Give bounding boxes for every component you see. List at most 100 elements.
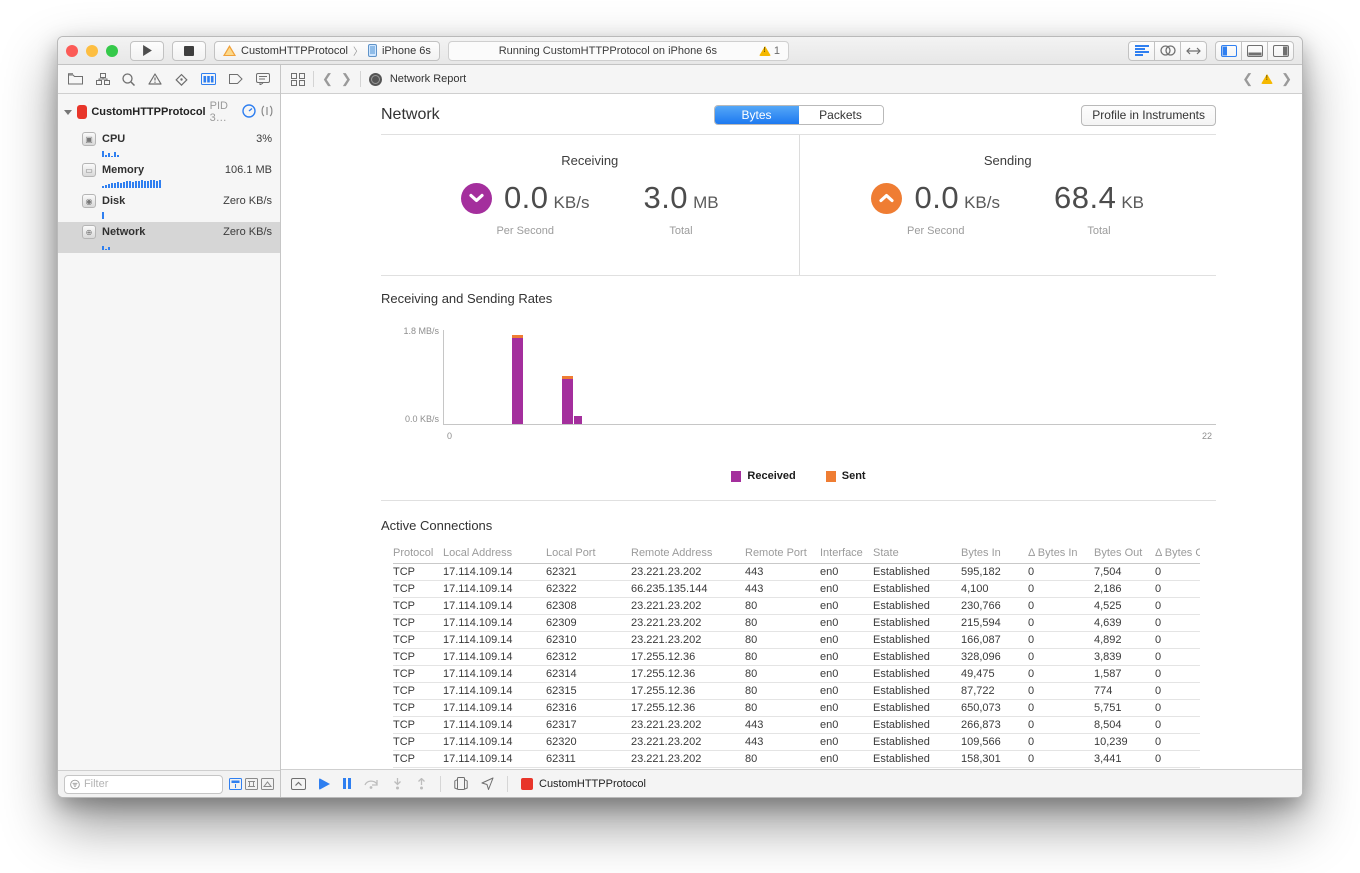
table-row[interactable]: TCP17.114.109.146232123.221.23.202443en0… xyxy=(393,564,1200,581)
column-header[interactable]: Local Address xyxy=(443,545,546,564)
breakpoint-navigator-tab[interactable] xyxy=(228,74,243,84)
sidebar-item-network[interactable]: ⊕NetworkZero KB/s xyxy=(58,222,280,253)
receiving-total: 3.0 xyxy=(643,180,688,215)
sidebar-item-cpu[interactable]: ▣CPU3% xyxy=(58,129,280,160)
standard-editor-button[interactable] xyxy=(1128,41,1155,61)
column-header[interactable]: Bytes Out xyxy=(1094,545,1155,564)
sidebar-item-disk[interactable]: ◉DiskZero KB/s xyxy=(58,191,280,222)
table-cell: 62316 xyxy=(546,700,631,717)
table-cell: 17.114.109.14 xyxy=(443,700,546,717)
table-cell: TCP xyxy=(393,581,443,598)
table-row[interactable]: TCP17.114.109.146231517.255.12.3680en0Es… xyxy=(393,683,1200,700)
toggle-inspector-button[interactable] xyxy=(1267,41,1294,61)
column-header[interactable]: State xyxy=(873,545,961,564)
step-out-button[interactable] xyxy=(416,778,427,790)
status-message: Running CustomHTTPProtocol on iPhone 6s xyxy=(457,45,759,57)
forward-button[interactable]: ❯ xyxy=(341,71,352,87)
table-cell: 5,751 xyxy=(1094,700,1155,717)
pause-button[interactable] xyxy=(343,778,351,789)
breakpoints-toggle-button[interactable] xyxy=(319,778,330,790)
filter-input[interactable] xyxy=(84,778,217,790)
table-row[interactable]: TCP17.114.109.146231123.221.23.20280en0E… xyxy=(393,751,1200,768)
assistant-editor-button[interactable] xyxy=(1154,41,1181,61)
column-header[interactable]: Bytes In xyxy=(961,545,1028,564)
close-window-button[interactable] xyxy=(66,45,78,57)
column-header[interactable]: Remote Address xyxy=(631,545,745,564)
column-header[interactable]: Δ Bytes Out xyxy=(1155,545,1200,564)
table-row[interactable]: TCP17.114.109.146232266.235.135.144443en… xyxy=(393,581,1200,598)
received-bar-segment xyxy=(574,416,582,424)
debug-navigator-tab[interactable] xyxy=(201,73,216,85)
column-header[interactable]: Protocol xyxy=(393,545,443,564)
filter-field[interactable] xyxy=(64,775,223,794)
step-into-button[interactable] xyxy=(392,778,403,790)
project-navigator-tab[interactable] xyxy=(68,73,83,85)
table-row[interactable]: TCP17.114.109.146231417.255.12.3680en0Es… xyxy=(393,666,1200,683)
table-cell: Established xyxy=(873,564,961,581)
view-hierarchy-button[interactable] xyxy=(454,777,468,790)
table-row[interactable]: TCP17.114.109.146232023.221.23.202443en0… xyxy=(393,734,1200,751)
table-cell: 4,892 xyxy=(1094,632,1155,649)
test-navigator-tab[interactable] xyxy=(175,73,188,86)
column-header[interactable]: Remote Port xyxy=(745,545,820,564)
stack-view-button[interactable] xyxy=(245,778,258,790)
received-bar-segment xyxy=(562,379,573,424)
minimize-window-button[interactable] xyxy=(86,45,98,57)
column-header[interactable]: Δ Bytes In xyxy=(1028,545,1094,564)
table-cell: Established xyxy=(873,598,961,615)
table-row[interactable]: TCP17.114.109.146231217.255.12.3680en0Es… xyxy=(393,649,1200,666)
table-row[interactable]: TCP17.114.109.146231023.221.23.20280en0E… xyxy=(393,632,1200,649)
find-navigator-tab[interactable] xyxy=(122,73,135,86)
table-cell: 0 xyxy=(1155,717,1200,734)
table-cell: 0 xyxy=(1155,581,1200,598)
previous-issue-button[interactable]: ❮ xyxy=(1242,71,1253,87)
debug-process-selector[interactable]: CustomHTTPProtocol xyxy=(521,778,646,790)
issue-warning-icon[interactable] xyxy=(1261,74,1273,84)
profile-in-instruments-button[interactable]: Profile in Instruments xyxy=(1081,105,1216,126)
process-row[interactable]: CustomHTTPProtocol PID 3… xyxy=(58,94,280,129)
segment-bytes[interactable]: Bytes xyxy=(715,106,799,124)
table-row[interactable]: TCP17.114.109.146230823.221.23.20280en0E… xyxy=(393,598,1200,615)
next-issue-button[interactable]: ❯ xyxy=(1281,71,1292,87)
table-cell: 8,504 xyxy=(1094,717,1155,734)
device-name: iPhone 6s xyxy=(382,45,431,57)
disclosure-triangle-icon[interactable] xyxy=(64,110,72,115)
flat-view-button[interactable] xyxy=(229,778,242,790)
warning-badge[interactable]: 1 xyxy=(759,45,780,57)
toggle-navigator-button[interactable] xyxy=(1215,41,1242,61)
stop-button[interactable] xyxy=(172,41,206,61)
table-cell: 0 xyxy=(1155,649,1200,666)
step-over-button[interactable] xyxy=(364,778,379,789)
jumpbar-title[interactable]: Network Report xyxy=(390,73,466,85)
thread-view-button[interactable] xyxy=(261,778,274,790)
symbol-navigator-tab[interactable] xyxy=(96,73,110,85)
issue-navigator-tab[interactable] xyxy=(148,73,162,85)
table-cell: 17.114.109.14 xyxy=(443,666,546,683)
filter-scope-buttons xyxy=(229,778,274,790)
version-editor-button[interactable] xyxy=(1180,41,1207,61)
table-cell: 443 xyxy=(745,734,820,751)
column-header[interactable]: Local Port xyxy=(546,545,631,564)
simulate-location-button[interactable] xyxy=(481,777,494,790)
related-items-icon[interactable] xyxy=(291,73,305,86)
back-button[interactable]: ❮ xyxy=(322,71,333,87)
warning-count: 1 xyxy=(774,45,780,57)
table-cell: 23.221.23.202 xyxy=(631,598,745,615)
run-button[interactable] xyxy=(130,41,164,61)
receiving-rate: 0.0 xyxy=(504,180,549,215)
table-cell: 62314 xyxy=(546,666,631,683)
table-row[interactable]: TCP17.114.109.146231617.255.12.3680en0Es… xyxy=(393,700,1200,717)
toggle-debug-area-button[interactable] xyxy=(1241,41,1268,61)
column-header[interactable]: Interface xyxy=(820,545,873,564)
hide-debug-area-button[interactable] xyxy=(291,778,306,790)
table-cell: 0 xyxy=(1028,632,1094,649)
segment-packets[interactable]: Packets xyxy=(799,106,883,124)
report-navigator-tab[interactable] xyxy=(256,73,270,85)
editor-area: ❮ ❯ Network Report ❮ ❯ Network BytesPack… xyxy=(281,65,1302,797)
process-pid: PID 3… xyxy=(210,100,238,124)
table-row[interactable]: TCP17.114.109.146230923.221.23.20280en0E… xyxy=(393,615,1200,632)
sidebar-item-memory[interactable]: ▭Memory106.1 MB xyxy=(58,160,280,191)
scheme-selector[interactable]: CustomHTTPProtocol 〉 iPhone 6s xyxy=(214,41,440,61)
zoom-window-button[interactable] xyxy=(106,45,118,57)
table-row[interactable]: TCP17.114.109.146231723.221.23.202443en0… xyxy=(393,717,1200,734)
